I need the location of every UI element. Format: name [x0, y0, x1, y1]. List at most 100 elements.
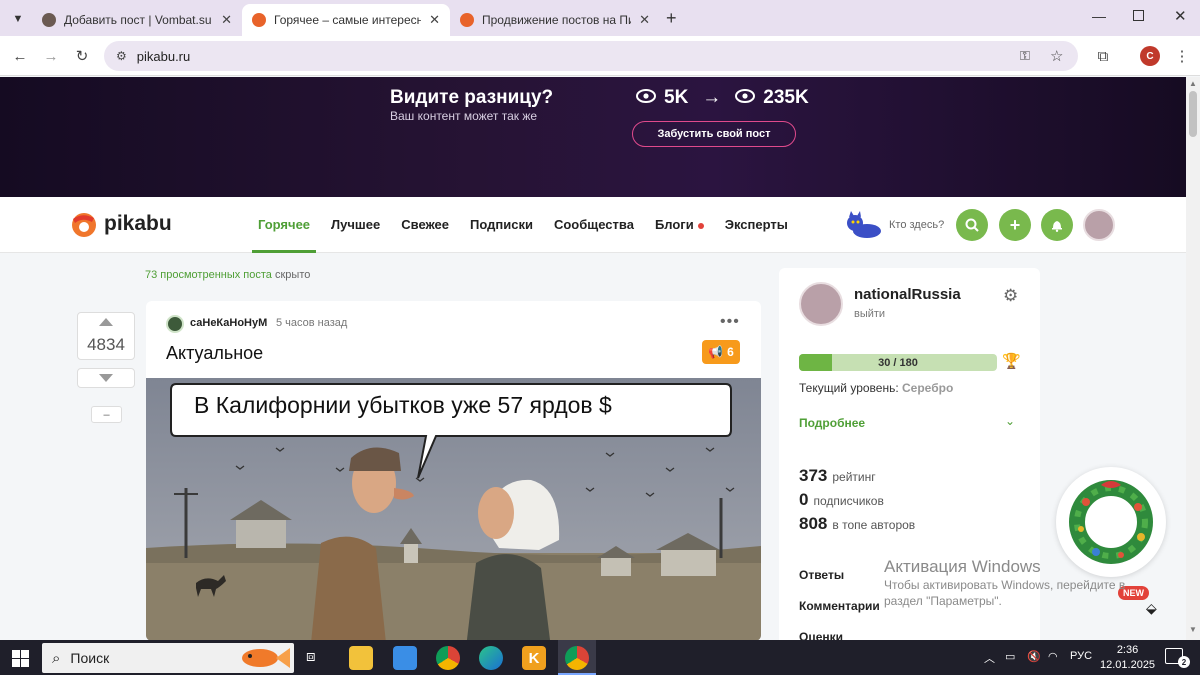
who-here-link[interactable]: Кто здесь? — [889, 219, 944, 231]
tab-pikabu-hot[interactable]: Горячее – самые интересные ✕ — [242, 4, 450, 36]
post-image[interactable]: В Калифорнии убытков уже 57 ярдов $ — [146, 378, 761, 641]
ms-store-icon[interactable] — [393, 646, 417, 670]
hidden-posts-note[interactable]: 73 просмотренных поста скрыто — [145, 269, 310, 281]
minimize-icon[interactable]: — — [1092, 8, 1106, 24]
sidebar-item-replies[interactable]: Ответы — [799, 568, 844, 582]
upvote-icon[interactable] — [99, 318, 113, 326]
profile-username[interactable]: nationalRussia — [854, 286, 961, 303]
language-indicator[interactable]: РУС — [1070, 650, 1092, 662]
details-toggle[interactable]: Подробнее — [799, 416, 865, 430]
site-settings-icon[interactable]: ⚙ — [116, 49, 127, 63]
close-icon[interactable]: ✕ — [429, 12, 440, 28]
hidden-posts-count[interactable]: 73 просмотренных поста — [145, 269, 272, 281]
chrome-active-app[interactable] — [558, 640, 596, 675]
edge-icon[interactable] — [479, 646, 503, 670]
site-header: pikabu Горячее Лучшее Свежее Подписки Со… — [0, 197, 1186, 253]
arrow-right-icon: → — [702, 87, 722, 108]
post-menu-icon[interactable]: ••• — [720, 313, 740, 331]
activation-title: Активация Windows — [884, 557, 1041, 576]
nav-blogs[interactable]: Блоги — [655, 217, 704, 232]
chrome-icon[interactable] — [436, 646, 460, 670]
tab-list-dropdown-icon[interactable]: ▼ — [8, 9, 28, 29]
nav-hot[interactable]: Горячее — [251, 217, 317, 253]
scroll-down-icon[interactable]: ▼ — [1189, 625, 1197, 634]
volume-icon[interactable]: 🔇 — [1027, 650, 1041, 663]
author-avatar[interactable] — [166, 315, 184, 333]
nav-experts[interactable]: Эксперты — [725, 217, 788, 232]
restore-icon[interactable] — [1133, 10, 1144, 21]
windows-start-icon[interactable] — [12, 650, 29, 667]
close-icon[interactable]: ✕ — [639, 12, 650, 28]
boost-post-button[interactable]: Забустить свой пост — [632, 121, 796, 147]
post-card: саНеКаНоНуМ 5 часов назад Актуальное •••… — [146, 301, 761, 641]
level-progress-text: 30 / 180 — [878, 356, 918, 369]
tray-chevron-icon[interactable]: ︿ — [984, 650, 995, 666]
paint-bucket-icon[interactable]: ⬙ — [1146, 600, 1157, 617]
scroll-up-icon[interactable]: ▲ — [1189, 79, 1197, 88]
bookmark-star-icon[interactable]: ☆ — [1050, 47, 1063, 65]
search-button[interactable] — [956, 209, 988, 241]
post-title[interactable]: Актуальное — [166, 343, 263, 364]
pikabu-logo-icon[interactable] — [70, 210, 98, 238]
banner-headline: Видите разницу? — [390, 87, 554, 108]
vombat-favicon-icon — [42, 13, 56, 27]
add-post-button[interactable]: + — [999, 209, 1031, 241]
site-logo-text[interactable]: pikabu — [104, 212, 172, 236]
current-level: Текущий уровень: Серебро — [799, 381, 953, 395]
user-avatar[interactable] — [1083, 209, 1115, 241]
promo-badge[interactable]: 📢 6 — [702, 340, 740, 364]
tab-pikabu-promo[interactable]: Продвижение постов на Пика ✕ — [450, 4, 660, 36]
notification-dot — [697, 222, 704, 229]
stat-top-authors: 808 в топе авторов — [799, 514, 915, 534]
activation-line2: раздел "Параметры". — [884, 594, 1002, 608]
taskbar-clock[interactable]: 2:36 12.01.2025 — [1100, 643, 1155, 673]
close-window-icon[interactable]: ✕ — [1174, 7, 1187, 25]
password-key-icon[interactable]: ⚿ — [1020, 48, 1030, 64]
stat-value: 808 — [799, 514, 828, 533]
page-scrollbar[interactable]: ▲ ▼ — [1186, 77, 1200, 640]
downvote-button[interactable] — [77, 368, 135, 388]
file-explorer-icon[interactable] — [349, 646, 373, 670]
tab-title: Продвижение постов на Пика — [482, 13, 632, 27]
battery-icon[interactable]: ▭ — [1005, 650, 1015, 663]
reload-icon[interactable]: ↻ — [72, 46, 92, 66]
fish-decoration-icon — [242, 648, 290, 668]
url-text: pikabu.ru — [136, 48, 191, 64]
collapse-label: – — [103, 408, 110, 421]
address-bar[interactable]: ⚙ pikabu.ru ⚿ ☆ — [104, 41, 1078, 71]
scrollbar-thumb[interactable] — [1189, 91, 1197, 137]
settings-gear-icon[interactable]: ⚙ — [1003, 286, 1018, 306]
clock-time: 2:36 — [1116, 644, 1139, 656]
promo-banner[interactable]: Видите разницу? Ваш контент может так же… — [0, 77, 1186, 197]
profile-avatar-large[interactable] — [799, 282, 843, 326]
back-icon[interactable]: ← — [10, 46, 30, 66]
nav-subscriptions[interactable]: Подписки — [470, 217, 533, 232]
new-tab-icon[interactable]: + — [666, 8, 677, 29]
close-icon[interactable]: ✕ — [221, 12, 232, 28]
post-time: 5 часов назад — [276, 317, 348, 329]
browser-tab-bar: ▼ Добавить пост | Vombat.su ✕ Горячее – … — [0, 0, 1200, 36]
nav-fresh[interactable]: Свежее — [401, 217, 449, 232]
cat-mascot-icon[interactable] — [845, 211, 885, 239]
stat-label: в топе авторов — [832, 518, 916, 532]
notifications-button[interactable] — [1041, 209, 1073, 241]
logout-link[interactable]: выйти — [854, 308, 885, 320]
collapse-post-button[interactable]: – — [91, 406, 122, 423]
nav-best[interactable]: Лучшее — [331, 217, 380, 232]
taskbar-search-box[interactable]: ⌕ Поиск — [42, 643, 294, 673]
menu-kebab-icon[interactable]: ⋮ — [1172, 46, 1192, 66]
task-view-icon[interactable]: ⧈ — [306, 648, 316, 665]
forward-icon[interactable]: → — [41, 46, 61, 66]
extensions-icon[interactable]: ⧉ — [1093, 46, 1113, 66]
wifi-icon[interactable]: ◠ — [1048, 650, 1058, 663]
banner-stats: 5K → 235K — [636, 87, 809, 109]
post-author[interactable]: саНеКаНоНуМ — [190, 317, 267, 329]
tab-vombat[interactable]: Добавить пост | Vombat.su ✕ — [32, 4, 242, 36]
main-nav: Горячее Лучшее Свежее Подписки Сообществ… — [251, 217, 788, 253]
profile-avatar[interactable]: C — [1140, 46, 1160, 66]
chevron-down-icon[interactable]: ⌄ — [1005, 414, 1015, 428]
nav-communities[interactable]: Сообщества — [554, 217, 634, 232]
sidebar-item-comments[interactable]: Комментарии — [799, 599, 880, 613]
hidden-posts-suffix: скрыто — [274, 269, 311, 281]
k-app-icon[interactable]: K — [522, 646, 546, 670]
